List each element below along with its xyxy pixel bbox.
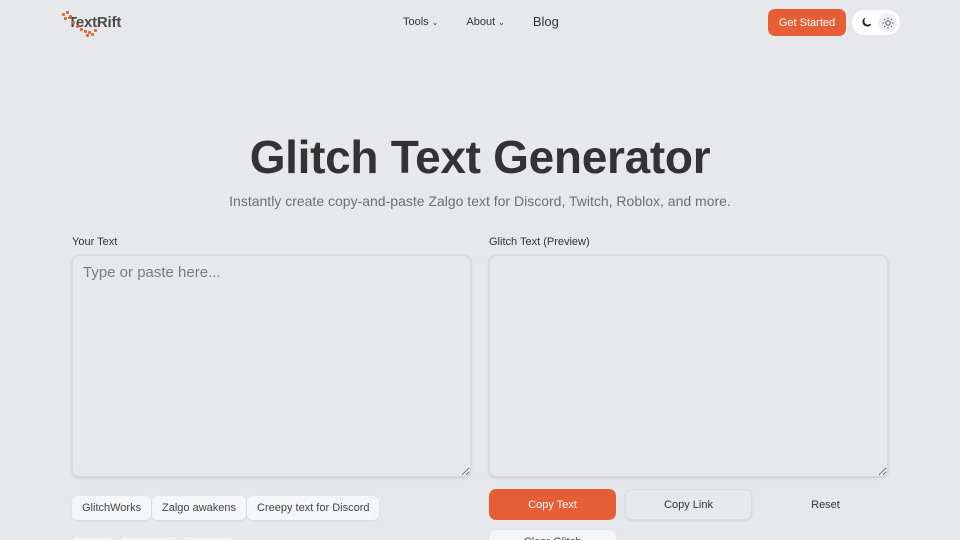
page-subtitle: Instantly create copy-and-paste Zalgo te… bbox=[229, 193, 731, 209]
nav-blog-link[interactable]: Blog bbox=[533, 14, 559, 29]
nav-about-menu[interactable]: About ⌄ bbox=[466, 16, 504, 28]
moon-icon[interactable] bbox=[857, 13, 876, 32]
logo-mark-icon bbox=[62, 11, 97, 37]
text-input[interactable] bbox=[72, 255, 471, 477]
example-chip[interactable]: Zalgo awakens bbox=[152, 496, 246, 520]
get-started-button[interactable]: Get Started bbox=[768, 9, 846, 36]
theme-toggle[interactable] bbox=[852, 10, 900, 35]
copy-link-button[interactable]: Copy Link bbox=[625, 489, 752, 520]
page-title: Glitch Text Generator bbox=[249, 131, 711, 183]
copy-text-button[interactable]: Copy Text bbox=[489, 489, 616, 520]
sun-icon[interactable] bbox=[878, 13, 897, 32]
output-label: Glitch Text (Preview) bbox=[489, 236, 590, 248]
main-nav: Tools ⌄ About ⌄ Blog bbox=[403, 14, 559, 29]
glitch-preview-output[interactable] bbox=[489, 255, 888, 477]
logo[interactable]: TextRift bbox=[62, 11, 121, 37]
chevron-down-icon: ⌄ bbox=[431, 18, 439, 27]
nav-about-label: About bbox=[466, 15, 496, 28]
chevron-down-icon: ⌄ bbox=[498, 18, 505, 27]
example-chip[interactable]: GlitchWorks bbox=[72, 496, 152, 520]
top-navigation: TextRift Tools ⌄ About ⌄ Blog Get Starte… bbox=[0, 0, 960, 46]
example-chip[interactable]: Creepy text for Discord bbox=[247, 496, 380, 520]
clear-glitch-button[interactable]: Clear Glitch bbox=[489, 530, 616, 540]
nav-tools-menu[interactable]: Tools ⌄ bbox=[403, 16, 438, 28]
input-label: Your Text bbox=[72, 236, 118, 248]
nav-tools-label: Tools bbox=[403, 15, 429, 28]
reset-button[interactable]: Reset bbox=[762, 489, 889, 520]
